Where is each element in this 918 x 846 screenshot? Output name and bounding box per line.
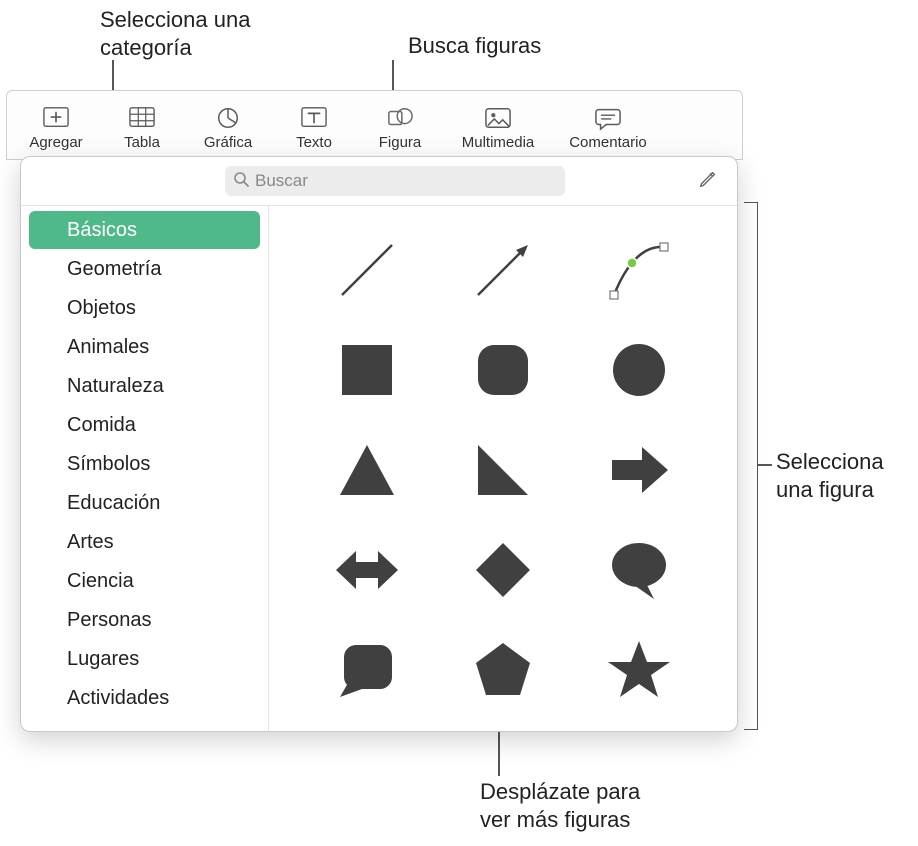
shape-arrow-line[interactable] (458, 225, 548, 315)
sidebar-item-label: Naturaleza (67, 375, 164, 398)
shape-rounded-square[interactable] (458, 325, 548, 415)
search-icon (233, 171, 249, 192)
toolbar-label: Comentario (569, 134, 647, 151)
sidebar-item-comida[interactable]: Comida (29, 406, 260, 444)
toolbar-label: Agregar (29, 134, 82, 151)
sidebar-item-label: Ciencia (67, 570, 134, 593)
callout-search: Busca figuras (408, 32, 541, 60)
search-field[interactable] (225, 166, 565, 196)
shape-icon (383, 104, 417, 132)
popover-header (21, 157, 737, 205)
toolbar: Agregar Tabla Gráfica Texto Figura Multi… (6, 90, 743, 160)
sidebar-item-geometria[interactable]: Geometría (29, 250, 260, 288)
sidebar-item-ciencia[interactable]: Ciencia (29, 562, 260, 600)
shape-rounded-callout[interactable] (322, 625, 412, 715)
text-icon (297, 104, 331, 132)
search-input[interactable] (255, 171, 557, 191)
toolbar-label: Figura (379, 134, 422, 151)
shapes-popover: Básicos Geometría Objetos Animales Natur… (20, 156, 738, 732)
toolbar-shape-button[interactable]: Figura (357, 97, 443, 157)
sidebar-item-label: Objetos (67, 297, 136, 320)
toolbar-chart-button[interactable]: Gráfica (185, 97, 271, 157)
media-icon (481, 104, 515, 132)
sidebar-item-lugares[interactable]: Lugares (29, 640, 260, 678)
category-sidebar: Básicos Geometría Objetos Animales Natur… (21, 206, 269, 731)
sidebar-item-objetos[interactable]: Objetos (29, 289, 260, 327)
shape-bezier[interactable] (594, 225, 684, 315)
sidebar-item-animales[interactable]: Animales (29, 328, 260, 366)
toolbar-media-button[interactable]: Multimedia (443, 97, 553, 157)
toolbar-label: Tabla (124, 134, 160, 151)
comment-icon (591, 104, 625, 132)
sidebar-item-label: Personas (67, 609, 152, 632)
draw-shape-button[interactable] (693, 166, 723, 196)
callout-scroll: Desplázate para ver más figuras (480, 778, 640, 833)
shape-right-triangle[interactable] (458, 425, 548, 515)
bracket-select-shape (744, 202, 758, 730)
sidebar-item-label: Educación (67, 492, 160, 515)
shape-diamond[interactable] (458, 525, 548, 615)
toolbar-comment-button[interactable]: Comentario (553, 97, 663, 157)
table-icon (125, 104, 159, 132)
sidebar-item-naturaleza[interactable]: Naturaleza (29, 367, 260, 405)
sidebar-item-educacion[interactable]: Educación (29, 484, 260, 522)
sidebar-item-label: Geometría (67, 258, 161, 281)
sidebar-item-label: Animales (67, 336, 149, 359)
shape-triangle[interactable] (322, 425, 412, 515)
shapes-grid[interactable] (269, 206, 737, 731)
shape-star[interactable] (594, 625, 684, 715)
sidebar-item-label: Actividades (67, 687, 169, 710)
shape-pentagon[interactable] (458, 625, 548, 715)
callout-category: Selecciona una categoría (100, 6, 250, 61)
shape-speech-bubble[interactable] (594, 525, 684, 615)
chart-icon (211, 104, 245, 132)
sidebar-item-basicos[interactable]: Básicos (29, 211, 260, 249)
shape-square[interactable] (322, 325, 412, 415)
plus-page-icon (39, 104, 73, 132)
sidebar-item-label: Artes (67, 531, 114, 554)
toolbar-text-button[interactable]: Texto (271, 97, 357, 157)
shape-circle[interactable] (594, 325, 684, 415)
sidebar-item-actividades[interactable]: Actividades (29, 679, 260, 717)
sidebar-item-personas[interactable]: Personas (29, 601, 260, 639)
sidebar-item-label: Lugares (67, 648, 139, 671)
sidebar-item-label: Básicos (67, 219, 137, 242)
toolbar-label: Texto (296, 134, 332, 151)
toolbar-table-button[interactable]: Tabla (99, 97, 185, 157)
shape-line[interactable] (322, 225, 412, 315)
popover-body: Básicos Geometría Objetos Animales Natur… (21, 205, 737, 731)
sidebar-item-simbolos[interactable]: Símbolos (29, 445, 260, 483)
pen-icon (697, 168, 719, 195)
shape-arrow-both[interactable] (322, 525, 412, 615)
callout-select-shape: Selecciona una figura (776, 448, 884, 503)
shape-arrow-right[interactable] (594, 425, 684, 515)
sidebar-item-label: Comida (67, 414, 136, 437)
toolbar-label: Gráfica (204, 134, 252, 151)
sidebar-item-artes[interactable]: Artes (29, 523, 260, 561)
toolbar-label: Multimedia (462, 134, 535, 151)
callout-line (758, 464, 772, 466)
toolbar-add-button[interactable]: Agregar (13, 97, 99, 157)
sidebar-item-label: Símbolos (67, 453, 150, 476)
